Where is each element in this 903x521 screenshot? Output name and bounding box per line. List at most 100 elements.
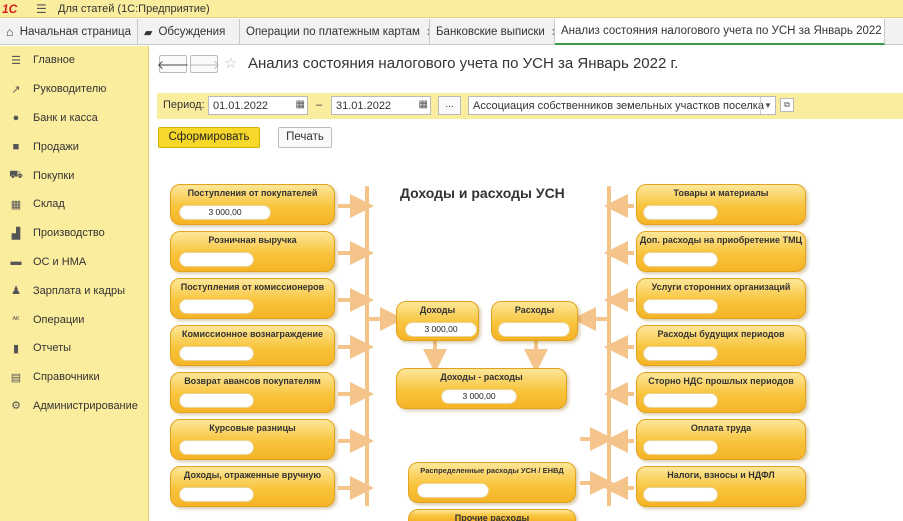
forward-button[interactable]: 🡒: [187, 55, 221, 73]
expense-value-field[interactable]: [643, 440, 718, 455]
bag-icon: ■: [12, 140, 20, 153]
income-box-manual[interactable]: Доходы, отраженные вручную: [170, 466, 335, 507]
sidebar-item-purchases[interactable]: ⛟ Покупки: [0, 161, 148, 190]
expense-box-future-periods[interactable]: Расходы будущих периодов: [636, 325, 806, 366]
other-expenses-box[interactable]: Прочие расходы: [408, 509, 576, 521]
sidebar-item-catalogs[interactable]: ▤ Справочники: [0, 363, 148, 392]
tab-label: Банковские выписки: [436, 26, 545, 38]
distributed-value-field[interactable]: [417, 483, 489, 498]
tab-home[interactable]: ⌂ Начальная страница: [0, 19, 138, 45]
income-value-field[interactable]: [179, 346, 254, 361]
favorite-star-icon[interactable]: ☆: [224, 54, 237, 72]
expense-value-field[interactable]: [643, 205, 718, 220]
expense-total-field[interactable]: [498, 322, 570, 337]
expense-value-field[interactable]: [643, 487, 718, 502]
dt-kt-icon: ᴬᴷ: [12, 315, 20, 325]
expense-box-extra-tmc[interactable]: Доп. расходы на приобретение ТМЦ: [636, 231, 806, 272]
income-box-commissioners[interactable]: Поступления от комиссионеров: [170, 278, 335, 319]
sidebar-item-admin[interactable]: ⚙ Администрирование: [0, 392, 148, 421]
income-box-exchange-differences[interactable]: Курсовые разницы: [170, 419, 335, 460]
tab-label: Обсуждения: [158, 26, 226, 38]
dropdown-arrow-icon[interactable]: ▼: [760, 97, 775, 114]
expense-box-taxes[interactable]: Налоги, взносы и НДФЛ: [636, 466, 806, 507]
menu-icon: ☰: [11, 54, 21, 67]
sidebar-item-warehouse[interactable]: ▦ Склад: [0, 190, 148, 219]
income-value-field[interactable]: [179, 440, 254, 455]
generate-button[interactable]: Сформировать: [158, 127, 260, 148]
tab-label: Операции по платежным картам: [246, 26, 420, 38]
grid-icon: ▦: [10, 198, 22, 211]
income-value-field[interactable]: [179, 299, 254, 314]
expense-value-field[interactable]: [643, 299, 718, 314]
income-value-field[interactable]: [179, 252, 254, 267]
date-from-field[interactable]: 01.01.2022 ▦: [208, 96, 308, 115]
center-income-box[interactable]: Доходы 3 000,00: [396, 301, 479, 341]
income-value-field[interactable]: [179, 487, 254, 502]
tab-card-operations[interactable]: Операции по платежным картам ✕: [240, 19, 430, 45]
sidebar: ☰ Главное ↗ Руководителю ● Банк и касса ■ Пр…: [0, 46, 149, 521]
coin-icon: ●: [12, 111, 20, 124]
main-content: 🡐 🡒 ☆ Анализ состояния налогового учета …: [150, 46, 903, 521]
home-icon: ⌂: [6, 25, 14, 39]
expense-box-vat-reversal[interactable]: Сторно НДС прошлых периодов: [636, 372, 806, 413]
book-icon: ▤: [10, 371, 22, 384]
date-to-field[interactable]: 31.01.2022 ▦: [331, 96, 431, 115]
organization-select[interactable]: Ассоциация собственников земельных участ…: [468, 96, 776, 115]
income-box-buyers[interactable]: Поступления от покупателей 3 000,00: [170, 184, 335, 225]
income-box-commission-fee[interactable]: Комиссионное вознаграждение: [170, 325, 335, 366]
result-value-field[interactable]: 3 000,00: [441, 389, 517, 404]
expense-box-payroll[interactable]: Оплата труда: [636, 419, 806, 460]
sidebar-item-operations[interactable]: ᴬᴷ Операции: [0, 305, 148, 334]
diagram-title: Доходы и расходы УСН: [400, 185, 565, 201]
page-title: Анализ состояния налогового учета по УСН…: [248, 55, 679, 72]
expense-box-services[interactable]: Услуги сторонних организаций: [636, 278, 806, 319]
back-button[interactable]: 🡐: [157, 55, 189, 73]
main-menu-icon[interactable]: ☰: [36, 2, 50, 16]
income-minus-expense-box[interactable]: Доходы - расходы 3 000,00: [396, 368, 567, 409]
filter-bar: Период: 01.01.2022 ▦ – 31.01.2022 ▦ ... …: [157, 93, 903, 119]
select-period-button[interactable]: ...: [438, 96, 461, 115]
income-value-field[interactable]: 3 000,00: [179, 205, 271, 220]
expense-value-field[interactable]: [643, 252, 718, 267]
tab-label: Начальная страница: [19, 26, 131, 38]
trend-icon: ↗: [11, 83, 21, 96]
person-icon: ♟: [11, 285, 21, 298]
gear-icon: ⚙: [11, 400, 21, 413]
period-label: Период:: [163, 99, 205, 111]
income-total-field[interactable]: 3 000,00: [405, 322, 477, 337]
arrow-right-icon: 🡒: [187, 57, 221, 72]
app-logo: 1С: [2, 1, 18, 16]
usn-diagram: Доходы и расходы УСН Поступления от поку…: [160, 171, 903, 521]
sidebar-item-main[interactable]: ☰ Главное: [0, 46, 148, 75]
sidebar-item-reports[interactable]: ▮ Отчеты: [0, 334, 148, 363]
income-box-retail[interactable]: Розничная выручка: [170, 231, 335, 272]
sidebar-item-bank[interactable]: ● Банк и касса: [0, 104, 148, 133]
center-expense-box[interactable]: Расходы: [491, 301, 578, 341]
print-button[interactable]: Печать: [278, 127, 332, 148]
tab-label: Анализ состояния налогового учета по УСН…: [561, 25, 885, 37]
period-dash: –: [316, 99, 323, 111]
bar-chart-icon: ▮: [12, 342, 20, 355]
income-box-advance-returns[interactable]: Возврат авансов покупателям: [170, 372, 335, 413]
tab-bank-statements[interactable]: Банковские выписки ✕: [430, 19, 555, 45]
title-bar: 1С ☰ Для статей (1С:Предприятие): [0, 0, 903, 18]
chat-icon: ▰: [144, 26, 153, 39]
tab-discussions[interactable]: ▰ Обсуждения: [138, 19, 240, 45]
open-organization-icon[interactable]: ⧉: [780, 98, 794, 112]
sidebar-item-assets[interactable]: ▬ ОС и НМА: [0, 248, 148, 277]
tab-usn-analysis[interactable]: Анализ состояния налогового учета по УСН…: [555, 19, 885, 45]
sidebar-item-sales[interactable]: ■ Продажи: [0, 132, 148, 161]
income-value-field[interactable]: [179, 393, 254, 408]
sidebar-item-production[interactable]: ▟ Производство: [0, 219, 148, 248]
factory-icon: ▟: [11, 227, 21, 240]
sidebar-item-manager[interactable]: ↗ Руководителю: [0, 75, 148, 104]
calendar-icon[interactable]: ▦: [296, 99, 305, 110]
expense-value-field[interactable]: [643, 346, 718, 361]
expense-value-field[interactable]: [643, 393, 718, 408]
distributed-expenses-box[interactable]: Распределенные расходы УСН / ЕНВД: [408, 462, 576, 503]
truck-icon: ▬: [10, 255, 22, 268]
cart-icon: ⛟: [9, 168, 23, 181]
expense-box-goods[interactable]: Товары и материалы: [636, 184, 806, 225]
calendar-icon[interactable]: ▦: [419, 99, 428, 110]
sidebar-item-salary[interactable]: ♟ Зарплата и кадры: [0, 276, 148, 305]
